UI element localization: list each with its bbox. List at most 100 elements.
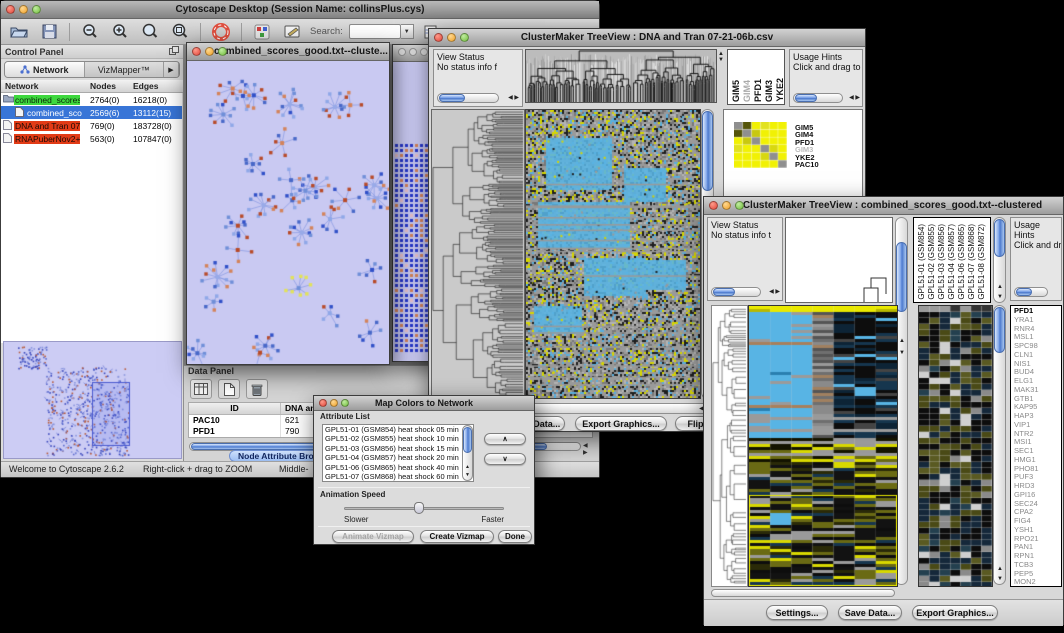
scroll-arrows[interactable]: ▲▼ — [718, 51, 724, 63]
close-button[interactable] — [398, 48, 406, 56]
array-label[interactable]: GPL51-07 (GSM868) — [967, 224, 976, 300]
array-label[interactable]: GIM4 — [742, 80, 752, 102]
animation-speed-slider[interactable] — [344, 507, 504, 510]
tab-overflow-button[interactable]: ▶ — [164, 62, 179, 77]
scroll-down-icon[interactable]: ▼ — [997, 576, 1003, 582]
slider-thumb[interactable] — [414, 502, 424, 514]
treeview2-heatmap[interactable] — [748, 305, 898, 587]
minimize-button[interactable] — [19, 5, 28, 14]
treeview1-row-dendrogram[interactable] — [431, 109, 525, 399]
tab-network[interactable]: Network — [5, 62, 85, 77]
view-status-scrollbar[interactable] — [711, 287, 761, 297]
attribute-item[interactable]: GPL51-03 (GSM856) heat shock 15 min — [325, 444, 473, 453]
array-label[interactable]: GPL51-04 (GSM857) — [947, 224, 956, 300]
table-row[interactable]: combined_scores 2764(0) 16218(0) — [1, 93, 182, 106]
zoom-window-button[interactable] — [460, 33, 469, 42]
scroll-arrows[interactable]: ◀ ▶ — [769, 289, 780, 295]
treeview2-titlebar[interactable]: ClusterMaker TreeView : combined_scores_… — [704, 197, 1063, 215]
attribute-item[interactable]: GPL51-04 (GSM857) heat shock 20 min — [325, 453, 473, 462]
array-label[interactable]: GIM5 — [731, 80, 741, 102]
scroll-arrows[interactable]: ◀ ▶ — [849, 95, 860, 101]
scroll-down-icon[interactable]: ▼ — [899, 350, 905, 356]
tab-vizmapper[interactable]: VizMapper™ — [85, 62, 165, 77]
settings-button[interactable]: Settings... — [766, 605, 828, 620]
close-button[interactable] — [192, 47, 201, 56]
scroll-down-icon[interactable]: ▼ — [997, 294, 1003, 300]
new-attribute-icon[interactable] — [218, 379, 240, 399]
zoom-out-icon[interactable] — [78, 21, 102, 43]
minimize-button[interactable] — [722, 201, 731, 210]
array-label[interactable]: GPL51-08 (GSM872) — [977, 224, 986, 300]
dialog-titlebar[interactable]: Map Colors to Network — [314, 396, 534, 411]
minimize-button[interactable] — [330, 399, 338, 407]
search-input[interactable] — [349, 24, 401, 39]
view-status-scrollbar[interactable] — [437, 93, 499, 103]
scroll-down-icon[interactable]: ▼ — [465, 473, 470, 478]
minimize-button[interactable] — [447, 33, 456, 42]
treeview2-column-dendrogram-area[interactable] — [785, 217, 893, 303]
zoom-selected-icon[interactable] — [138, 21, 162, 43]
export-graphics-button[interactable]: Export Graphics... — [912, 605, 998, 620]
zoom-in-icon[interactable] — [108, 21, 132, 43]
table-row[interactable]: DNA and Tran 07 769(0) 183728(0) — [1, 119, 182, 132]
done-button[interactable]: Done — [498, 530, 532, 543]
close-button[interactable] — [709, 201, 718, 210]
attribute-item[interactable]: GPL51-01 (GSM854) heat shock 05 min — [325, 425, 473, 434]
treeview2-zoom-scrollbar[interactable]: ▲ ▼ — [993, 305, 1006, 585]
scroll-up-icon[interactable]: ▲ — [899, 338, 905, 344]
delete-attribute-icon[interactable] — [246, 379, 268, 399]
close-button[interactable] — [6, 5, 15, 14]
col-id[interactable]: ID — [189, 403, 281, 414]
float-panel-icon[interactable] — [169, 46, 179, 57]
col-network[interactable]: Network — [5, 81, 39, 91]
treeview2-zoom-heatmap[interactable] — [918, 305, 993, 587]
usage-hints-scrollbar[interactable] — [1014, 287, 1048, 297]
network1-canvas[interactable] — [187, 61, 389, 364]
vizmapper-icon[interactable] — [250, 21, 274, 43]
array-label[interactable]: GPL51-06 (GSM865) — [957, 224, 966, 300]
treeview1-correlation-matrix[interactable] — [734, 122, 787, 168]
move-up-button[interactable]: ∧ — [484, 433, 526, 445]
network1-titlebar[interactable]: combined_scores_good.txt--cluste... — [187, 43, 389, 61]
main-window-titlebar[interactable]: Cytoscape Desktop (Session Name: collins… — [1, 1, 599, 19]
create-vizmap-button[interactable]: Create Vizmap — [420, 530, 494, 543]
array-label[interactable]: PFD1 — [753, 79, 763, 102]
scroll-up-icon[interactable]: ▲ — [997, 566, 1003, 572]
save-icon[interactable] — [37, 21, 61, 43]
array-label[interactable]: GPL51-03 (GSM856) — [937, 224, 946, 300]
scroll-up-icon[interactable]: ▲ — [997, 284, 1003, 290]
treeview1-titlebar[interactable]: ClusterMaker TreeView : DNA and Tran 07-… — [429, 29, 865, 47]
treeview2-labels-scrollbar[interactable]: ▲ ▼ — [993, 217, 1006, 303]
search-dropdown-icon[interactable]: ▼ — [401, 24, 414, 39]
col-nodes[interactable]: Nodes — [90, 81, 116, 91]
table-row[interactable]: RNAPuberNov2+ 563(0) 107847(0) — [1, 132, 182, 145]
table-row-selected[interactable]: combined_sco 2569(6) 13112(15) — [1, 106, 182, 119]
treeview1-column-dendrogram[interactable] — [525, 49, 717, 103]
treeview2-row-dendrogram[interactable] — [711, 305, 748, 587]
attribute-list[interactable]: GPL51-01 (GSM854) heat shock 05 min GPL51… — [322, 424, 474, 482]
array-label[interactable]: GPL51-01 (GSM854) — [917, 224, 926, 300]
animate-vizmap-button[interactable]: Animate Vizmap — [332, 530, 414, 543]
move-down-button[interactable]: ∨ — [484, 453, 526, 465]
usage-hints-scrollbar[interactable] — [793, 93, 843, 103]
col-edges[interactable]: Edges — [133, 81, 159, 91]
export-graphics-button[interactable]: Export Graphics... — [575, 416, 667, 431]
zoom-fit-icon[interactable] — [168, 21, 192, 43]
scroll-up-icon[interactable]: ▲ — [465, 465, 470, 470]
close-button[interactable] — [319, 399, 327, 407]
network-overview-thumbnail[interactable] — [4, 342, 181, 458]
scroll-arrows[interactable]: ◀ ▶ — [583, 442, 599, 456]
array-label[interactable]: GIM3 — [764, 80, 774, 102]
array-label[interactable]: GPL51-02 (GSM855) — [927, 224, 936, 300]
minimize-button[interactable] — [409, 48, 417, 56]
annotation-icon[interactable] — [280, 21, 304, 43]
zoom-window-button[interactable] — [341, 399, 349, 407]
zoom-window-button[interactable] — [32, 5, 41, 14]
minimize-button[interactable] — [205, 47, 214, 56]
attribute-item[interactable]: GPL51-07 (GSM868) heat shock 60 min — [325, 472, 473, 481]
zoom-window-button[interactable] — [218, 47, 227, 56]
scroll-arrows[interactable]: ◀ ▶ — [508, 95, 519, 101]
save-data-button[interactable]: Save Data... — [838, 605, 902, 620]
attribute-list-scrollbar[interactable]: ▲ ▼ — [462, 425, 473, 481]
treeview1-heatmap[interactable] — [525, 109, 701, 399]
